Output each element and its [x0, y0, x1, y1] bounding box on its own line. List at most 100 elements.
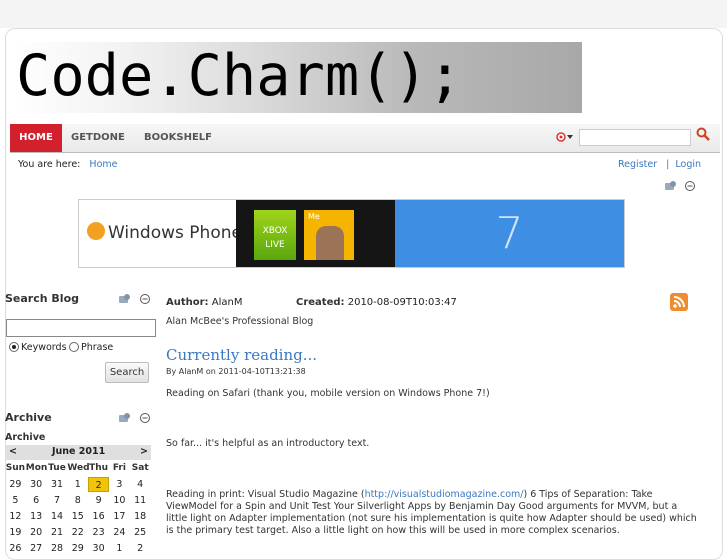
calendar-day[interactable]: 17: [109, 509, 130, 524]
calendar-day-name: Mon: [25, 463, 48, 473]
person-photo: [316, 226, 344, 260]
nav-home[interactable]: HOME: [10, 124, 62, 152]
calendar-day[interactable]: 1: [67, 477, 88, 492]
post-byline: By AlanM on 2011-04-10T13:21:38: [166, 367, 306, 376]
calendar-day[interactable]: 23: [88, 525, 109, 540]
calendar-day[interactable]: 26: [5, 541, 26, 556]
calendar-day-name: Sat: [131, 463, 149, 473]
calendar-day[interactable]: 7: [47, 493, 68, 508]
calendar-day[interactable]: 28: [47, 541, 68, 556]
calendar-day[interactable]: 2: [88, 477, 109, 492]
post-paragraph-3: Reading in print: Visual Studio Magazine…: [166, 489, 701, 537]
created-label: Created:: [296, 297, 345, 308]
blog-search-button[interactable]: Search: [105, 362, 149, 383]
search-icon[interactable]: [696, 127, 710, 141]
calendar-day[interactable]: 9: [88, 493, 109, 508]
archive-module-collapse-icon[interactable]: [139, 412, 151, 424]
author-value: AlanM: [211, 297, 243, 308]
post-title-link[interactable]: Currently reading...: [166, 346, 317, 364]
calendar-day-name: Sun: [5, 463, 26, 473]
windows-phone-banner[interactable]: Windows Phone XBOX LIVE Me 7: [78, 199, 625, 268]
calendar-day[interactable]: 20: [26, 525, 47, 540]
calendar-week-row: 26 27 28 29 30 1 2: [5, 541, 151, 556]
login-link[interactable]: Login: [675, 159, 701, 170]
archive-subtitle: Archive: [5, 432, 46, 443]
keywords-label: Keywords: [21, 342, 67, 353]
archive-title: Archive: [5, 411, 52, 424]
calendar-day[interactable]: 19: [5, 525, 26, 540]
calendar-day[interactable]: 30: [88, 541, 109, 556]
register-link[interactable]: Register: [618, 159, 657, 170]
xbox-live-tile: XBOX LIVE: [254, 210, 296, 260]
banner-version: 7: [395, 200, 624, 267]
account-links: Register | Login: [618, 159, 701, 170]
blog-author: Author: AlanM: [166, 297, 242, 308]
visual-studio-magazine-link[interactable]: http://visualstudiomagazine.com/: [365, 489, 524, 500]
search-module-settings-icon[interactable]: [118, 293, 130, 305]
calendar-day[interactable]: 2: [130, 541, 151, 556]
radio-unselected-icon: [69, 341, 79, 352]
breadcrumb: You are here: Home: [18, 159, 117, 170]
phrase-label: Phrase: [81, 342, 114, 353]
calendar-day[interactable]: 22: [67, 525, 88, 540]
calendar-day[interactable]: 6: [26, 493, 47, 508]
calendar-day[interactable]: 30: [26, 477, 47, 492]
calendar-day[interactable]: 11: [130, 493, 151, 508]
account-separator: |: [666, 159, 670, 170]
banner-phone-screen: XBOX LIVE Me: [236, 200, 396, 267]
site-search-input[interactable]: [579, 129, 691, 146]
search-module-collapse-icon[interactable]: [139, 293, 151, 305]
calendar-day-name: Fri: [112, 463, 126, 473]
calendar-week-row: 5 6 7 8 9 10 11: [5, 493, 151, 508]
calendar-week-row: 12 13 14 15 16 17 18: [5, 509, 151, 524]
calendar-day[interactable]: 18: [130, 509, 151, 524]
calendar-day[interactable]: 24: [109, 525, 130, 540]
collapse-icon[interactable]: [684, 180, 696, 192]
site-logo[interactable]: Code.Charm();: [12, 42, 582, 113]
archive-module-settings-icon[interactable]: [118, 412, 130, 424]
phrase-radio[interactable]: Phrase: [69, 341, 114, 353]
rss-feed-icon[interactable]: [670, 293, 688, 311]
search-blog-title: Search Blog: [5, 292, 79, 305]
blog-created: Created: 2010-08-09T10:03:47: [296, 297, 457, 308]
calendar-day[interactable]: 31: [47, 477, 68, 492]
post-paragraph-1: Reading on Safari (thank you, mobile ver…: [166, 388, 490, 399]
blog-search-input[interactable]: [6, 319, 156, 337]
calendar-day[interactable]: 5: [5, 493, 26, 508]
nav-getdone[interactable]: GETDONE: [71, 124, 125, 152]
author-label: Author:: [166, 297, 209, 308]
blog-description: Alan McBee's Professional Blog: [166, 316, 314, 327]
module-settings-icon[interactable]: [664, 180, 676, 192]
nav-bookshelf[interactable]: BOOKSHELF: [144, 124, 212, 152]
calendar-day[interactable]: 4: [130, 477, 151, 492]
calendar-day[interactable]: 10: [109, 493, 130, 508]
calendar-week-row: 19 20 21 22 23 24 25: [5, 525, 151, 540]
calendar-day[interactable]: 1: [109, 541, 130, 556]
calendar-prev-button[interactable]: <: [9, 446, 17, 457]
me-tile-label: Me: [308, 212, 320, 221]
banner-brand-text: Windows Phone: [108, 223, 242, 243]
calendar-day[interactable]: 25: [130, 525, 151, 540]
keywords-radio[interactable]: Keywords: [9, 341, 67, 353]
calendar-day[interactable]: 13: [26, 509, 47, 524]
calendar-day[interactable]: 21: [47, 525, 68, 540]
xbox-tile-line1: XBOX: [262, 226, 288, 236]
radio-selected-icon: [9, 341, 19, 352]
calendar-day[interactable]: 12: [5, 509, 26, 524]
breadcrumb-prefix: You are here:: [18, 159, 81, 170]
calendar-day[interactable]: 29: [5, 477, 26, 492]
calendar-header: < June 2011 >: [5, 445, 151, 460]
calendar-day[interactable]: 3: [109, 477, 130, 492]
xbox-tile-line2: LIVE: [265, 240, 285, 250]
calendar-day-name: Wed: [67, 463, 90, 473]
calendar-day[interactable]: 16: [88, 509, 109, 524]
calendar-day[interactable]: 15: [67, 509, 88, 524]
calendar-day[interactable]: 8: [67, 493, 88, 508]
created-value: 2010-08-09T10:03:47: [347, 297, 457, 308]
calendar-day[interactable]: 27: [26, 541, 47, 556]
calendar-day[interactable]: 29: [67, 541, 88, 556]
search-scope-dropdown[interactable]: [556, 131, 576, 143]
breadcrumb-home-link[interactable]: Home: [89, 159, 117, 170]
calendar-next-button[interactable]: >: [140, 446, 148, 457]
calendar-day[interactable]: 14: [47, 509, 68, 524]
